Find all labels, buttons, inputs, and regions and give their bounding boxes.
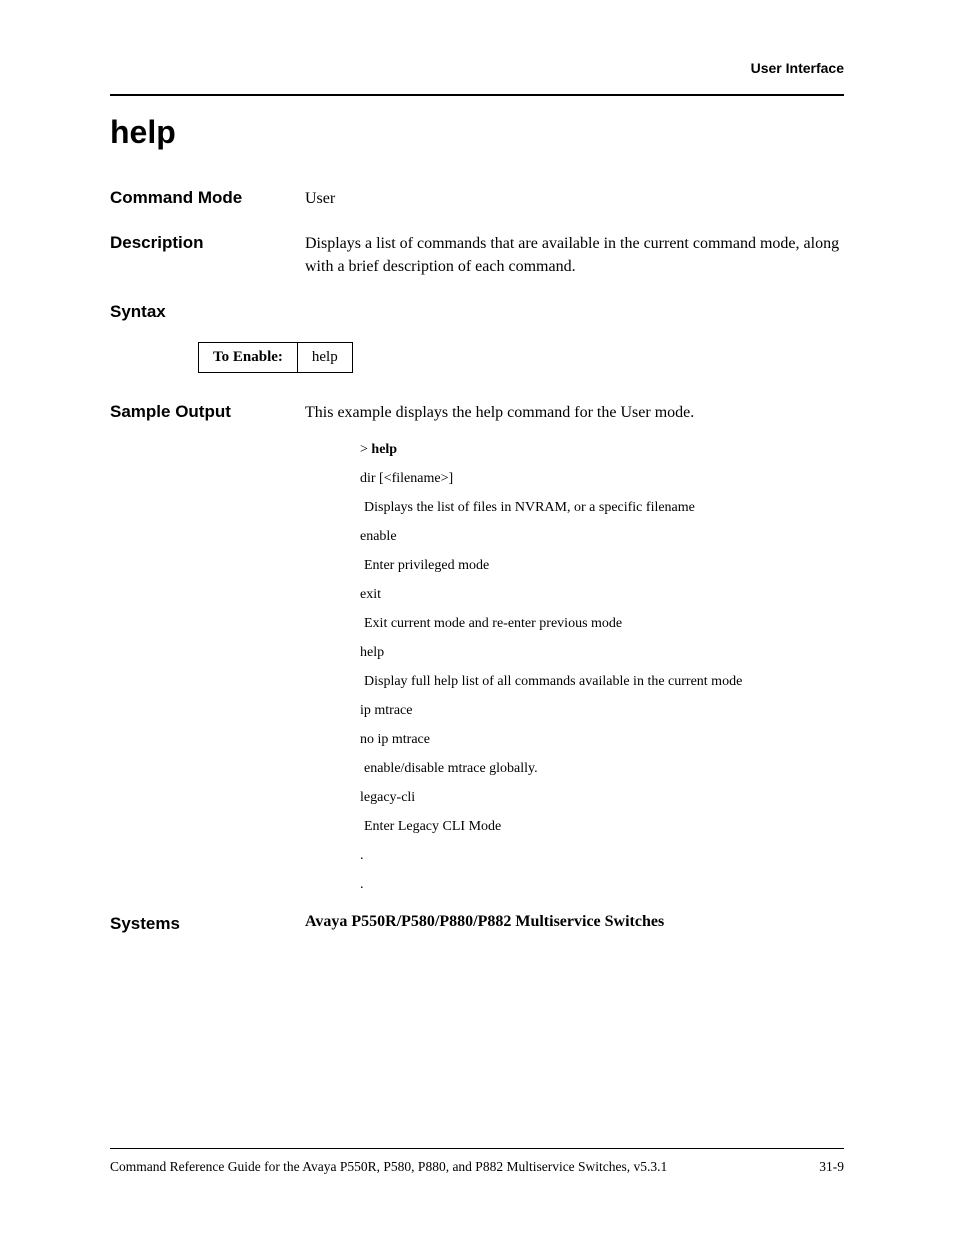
syntax-row: Syntax (110, 301, 844, 322)
sample-output-label: Sample Output (110, 401, 305, 422)
systems-label: Systems (110, 913, 305, 934)
description-row: Description Displays a list of commands … (110, 232, 844, 278)
sample-line: ip mtrace (360, 703, 844, 719)
footer: Command Reference Guide for the Avaya P5… (110, 1148, 844, 1175)
table-row: To Enable: help (199, 342, 353, 372)
systems-value: Avaya P550R/P580/P880/P882 Multiservice … (305, 913, 844, 931)
sample-line: Displays the list of files in NVRAM, or … (364, 500, 844, 516)
sample-line: Enter Legacy CLI Mode (364, 819, 844, 835)
sample-line: no ip mtrace (360, 732, 844, 748)
sample-line: dir [<filename>] (360, 471, 844, 487)
sample-line: help (360, 645, 844, 661)
sample-line: . (360, 848, 844, 864)
footer-row: Command Reference Guide for the Avaya P5… (110, 1159, 844, 1175)
prompt-prefix: > (360, 442, 371, 457)
syntax-table: To Enable: help (198, 342, 353, 373)
header-section-name: User Interface (110, 60, 844, 76)
sample-prompt: > help (360, 442, 844, 458)
description-label: Description (110, 232, 305, 253)
command-mode-row: Command Mode User (110, 187, 844, 210)
systems-row: Systems Avaya P550R/P580/P880/P882 Multi… (110, 913, 844, 934)
sample-line: enable (360, 529, 844, 545)
command-mode-value: User (305, 187, 844, 210)
prompt-command: help (371, 442, 397, 457)
footer-text: Command Reference Guide for the Avaya P5… (110, 1159, 667, 1175)
footer-rule (110, 1148, 844, 1149)
sample-output-intro: This example displays the help command f… (305, 401, 844, 424)
syntax-table-value: help (297, 342, 352, 372)
footer-page: 31-9 (819, 1159, 844, 1175)
syntax-label: Syntax (110, 301, 305, 322)
sample-line: . (360, 877, 844, 893)
sample-line: Enter privileged mode (364, 558, 844, 574)
description-value: Displays a list of commands that are ava… (305, 232, 844, 278)
sample-line: enable/disable mtrace globally. (364, 761, 844, 777)
sample-output-row: Sample Output This example displays the … (110, 401, 844, 424)
sample-line: Display full help list of all commands a… (364, 674, 844, 690)
top-rule (110, 94, 844, 96)
command-mode-label: Command Mode (110, 187, 305, 208)
syntax-table-label: To Enable: (199, 342, 298, 372)
sample-output-block: > help dir [<filename>] Displays the lis… (360, 442, 844, 893)
sample-line: legacy-cli (360, 790, 844, 806)
sample-line: exit (360, 587, 844, 603)
sample-line: Exit current mode and re-enter previous … (364, 616, 844, 632)
page-title: help (110, 114, 844, 151)
